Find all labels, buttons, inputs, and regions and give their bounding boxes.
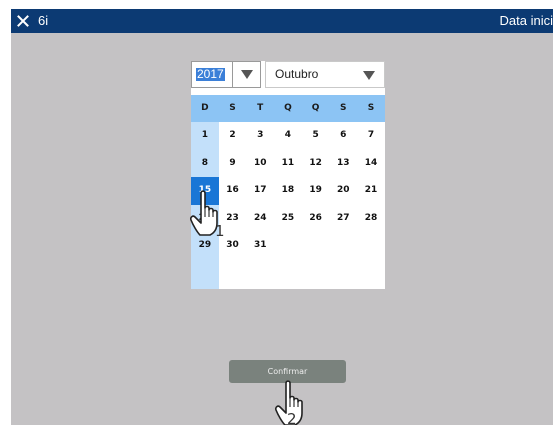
calendar-day[interactable]: 5 [302,122,330,150]
step-1-number: 1 [215,222,225,239]
close-icon [17,15,29,27]
calendar-empty-cell [329,260,357,288]
weekday-label: S [229,103,236,113]
calendar-day[interactable]: 21 [357,177,385,205]
calendar-day[interactable]: 17 [246,177,274,205]
chevron-down-icon [240,70,253,79]
calendar-empty-cell [302,260,330,288]
calendar-day[interactable]: 6 [329,122,357,150]
calendar-day[interactable]: 14 [357,150,385,178]
title-bar: 6i Data inici [11,9,553,33]
calendar-week-row: 1234567 [191,122,385,150]
month-dropdown-button[interactable] [362,69,376,81]
close-button[interactable] [14,11,32,31]
calendar-empty-cell [274,260,302,288]
calendar-empty-cell [191,260,219,288]
calendar-day[interactable]: 7 [357,122,385,150]
calendar-day[interactable]: 27 [329,205,357,233]
calendar-day[interactable]: 31 [246,232,274,260]
screen-title: Data inici [499,13,553,28]
weekday-header: D S T Q Q S S [191,95,385,122]
weekday-label: T [257,103,264,113]
month-select[interactable]: Outubro [265,61,385,88]
year-dropdown-button[interactable] [232,62,260,87]
calendar-day[interactable]: 13 [329,150,357,178]
calendar-day[interactable]: 3 [246,122,274,150]
weekday-label: D [201,103,209,113]
calendar-day[interactable]: 25 [274,205,302,233]
weekday-label: S [367,103,375,113]
calendar-day[interactable]: 10 [246,150,274,178]
calendar-empty-cell [357,232,385,260]
calendar-empty-cell [357,260,385,288]
calendar-day[interactable]: 18 [274,177,302,205]
weekday-label: Q [284,103,292,113]
weekday-label: Q [311,103,320,113]
calendar-week-row [191,260,385,288]
calendar-day[interactable]: 12 [302,150,330,178]
month-value: Outubro [275,67,319,81]
calendar-empty-cell [329,232,357,260]
calendar-day[interactable]: 28 [357,205,385,233]
calendar-day[interactable]: 9 [219,150,247,178]
hand-pointer-icon: 2 [275,380,303,425]
calendar-empty-cell [246,260,274,288]
step-2-number: 2 [287,410,297,425]
date-picker: 2017 Outubro D S T Q Q S S 1 2 3 4 5 6 7… [191,61,385,289]
calendar-day[interactable]: 4 [274,122,302,150]
calendar-day[interactable]: 20 [329,177,357,205]
hand-pointer-icon: 1 [190,190,225,239]
calendar-day[interactable]: 8 [191,150,219,178]
year-select[interactable]: 2017 [191,61,261,88]
year-value: 2017 [196,67,225,81]
calendar-empty-cell [274,232,302,260]
calendar-day[interactable]: 19 [302,177,330,205]
calendar-day[interactable]: 26 [302,205,330,233]
chevron-down-icon [363,70,375,80]
calendar-day[interactable]: 24 [246,205,274,233]
calendar-day[interactable]: 11 [274,150,302,178]
calendar-week-row: 8 9 10 11 12 13 14 [191,150,385,178]
app-window: 6i Data inici 2017 Outubro D S T Q Q S S… [11,9,553,425]
calendar-day[interactable]: 2 [219,122,247,150]
calendar-day[interactable]: 1 [191,122,219,150]
calendar-empty-cell [219,260,247,288]
app-name: 6i [38,13,49,28]
calendar-empty-cell [302,232,330,260]
weekday-label: S [340,103,347,113]
